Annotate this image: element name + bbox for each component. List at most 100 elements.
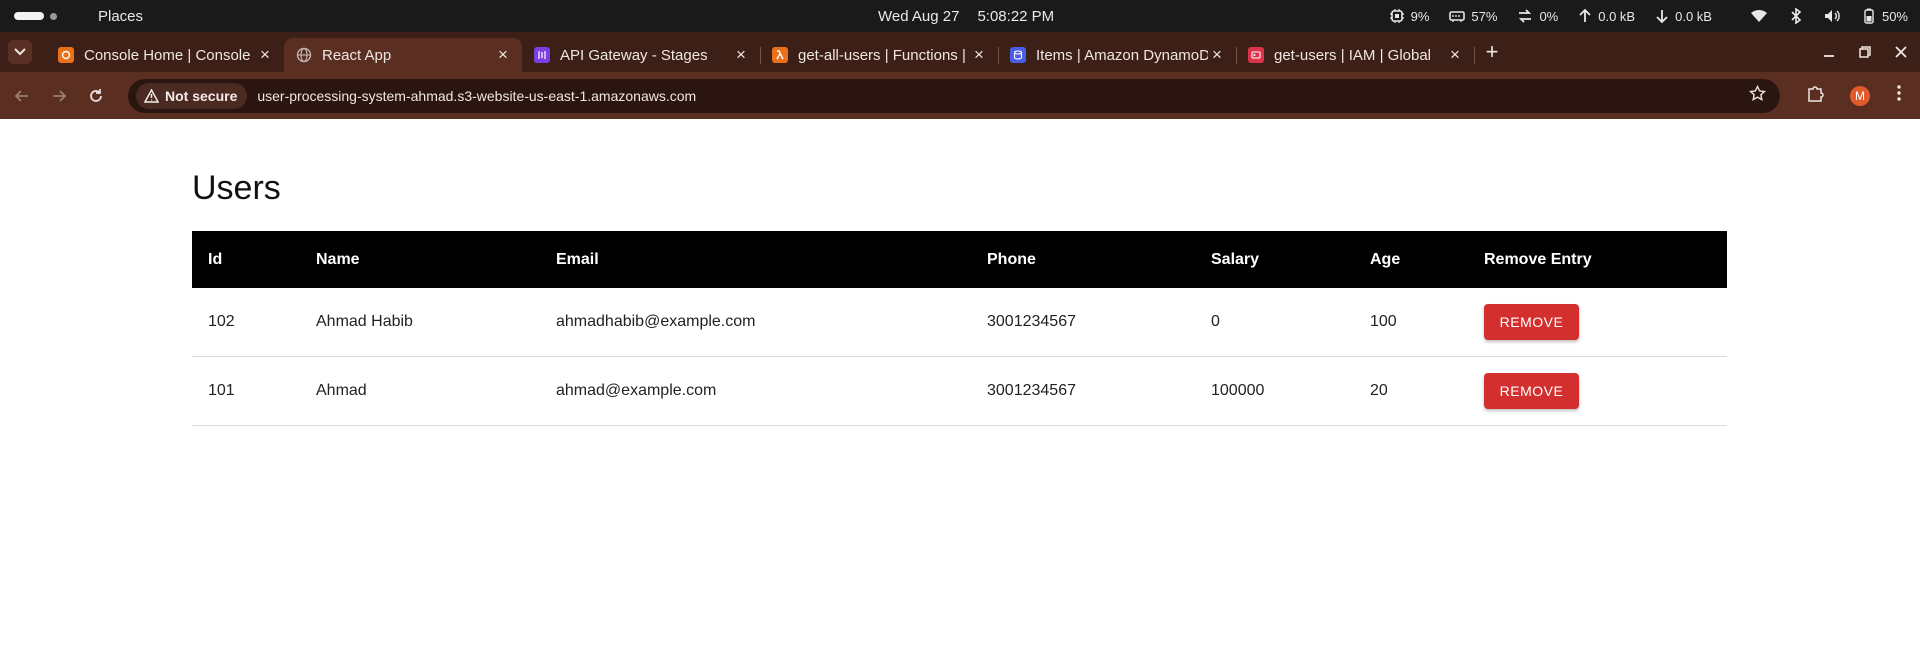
swap-stat: 0% (1517, 8, 1558, 24)
clock-date: Wed Aug 27 (878, 7, 960, 25)
api-gateway-icon (534, 47, 550, 63)
workspace-inactive-indicator (50, 12, 57, 20)
security-label: Not secure (165, 87, 238, 104)
places-menu[interactable]: Places (98, 8, 143, 25)
minimize-button[interactable] (1822, 45, 1836, 59)
cell-email: ahmadhabib@example.com (556, 313, 756, 330)
cell-name: Ahmad (316, 382, 367, 399)
upload-stat: 0.0 kB (1578, 8, 1635, 24)
tab-title: Items | Amazon DynamoDB (1036, 46, 1208, 64)
remove-button[interactable]: REMOVE (1484, 373, 1579, 409)
browser-toolbar: Not secure user-processing-system-ahmad.… (0, 72, 1920, 119)
tab-iam-user[interactable]: get-users | IAM | Global × (1236, 38, 1475, 72)
page-content: Users Id Name Email Phone Salary Age Rem… (0, 119, 1920, 669)
column-header-phone: Phone (987, 250, 1036, 268)
workspace-active-indicator (14, 12, 44, 20)
tab-console-home[interactable]: Console Home | Console × (46, 38, 285, 72)
reload-icon (90, 88, 102, 102)
cell-salary: 0 (1211, 313, 1220, 330)
site-security-chip[interactable]: Not secure (136, 82, 248, 109)
users-table: Id Name Email Phone Salary Age Remove En… (192, 231, 1727, 426)
arrow-right-icon (53, 89, 67, 102)
forward-button[interactable] (49, 86, 69, 106)
close-icon[interactable]: × (494, 45, 512, 64)
download-value: 0.0 kB (1675, 8, 1712, 24)
puzzle-icon (1808, 86, 1824, 102)
table-row: 101 Ahmad ahmad@example.com 3001234567 1… (192, 357, 1727, 426)
browser-menu-button[interactable] (1896, 84, 1902, 107)
maximize-button[interactable] (1858, 45, 1872, 59)
swap-icon (1519, 9, 1532, 23)
minimize-icon (1824, 55, 1834, 57)
remove-button[interactable]: REMOVE (1484, 304, 1579, 340)
activities-indicator[interactable] (14, 12, 74, 20)
tab-title: get-users | IAM | Global (1274, 46, 1432, 64)
column-header-salary: Salary (1211, 250, 1260, 268)
swap-value: 0% (1539, 8, 1559, 24)
cell-age: 100 (1370, 313, 1397, 330)
cpu-value: 9% (1410, 8, 1430, 24)
kebab-menu-icon (1897, 85, 1901, 101)
reload-button[interactable] (86, 86, 106, 106)
close-icon[interactable]: × (970, 45, 988, 64)
memory-value: 57% (1471, 8, 1498, 24)
tab-search-button[interactable] (8, 40, 32, 64)
extensions-button[interactable] (1806, 84, 1824, 107)
tab-title: React App (322, 46, 392, 64)
memory-stat: 57% (1449, 8, 1497, 24)
close-icon[interactable]: × (1208, 45, 1226, 64)
browser-tab-strip: Console Home | Console × React App × API… (0, 32, 1920, 72)
cell-email: ahmad@example.com (556, 382, 717, 399)
cpu-stat: 9% (1389, 8, 1430, 24)
upload-value: 0.0 kB (1598, 8, 1636, 24)
close-window-button[interactable] (1894, 45, 1908, 59)
tab-react-app[interactable]: React App × (284, 38, 522, 72)
close-icon (1895, 46, 1907, 58)
window-controls (1822, 32, 1908, 72)
cell-name: Ahmad Habib (316, 313, 413, 330)
column-header-id: Id (208, 250, 223, 268)
tab-list: Console Home | Console × React App × API… (46, 32, 1475, 72)
address-bar[interactable]: Not secure user-processing-system-ahmad.… (128, 78, 1780, 113)
column-header-age: Age (1370, 250, 1401, 268)
star-icon (1749, 84, 1766, 101)
tab-title: Console Home | Console (84, 46, 251, 64)
arrow-up-icon (1579, 8, 1591, 22)
table-header: Id Name Email Phone Salary Age Remove En… (192, 231, 1727, 288)
bookmark-button[interactable] (1749, 84, 1766, 107)
memory-icon (1449, 11, 1466, 22)
restore-icon (1859, 46, 1871, 58)
column-header-name: Name (316, 250, 360, 268)
url-text[interactable]: user-processing-system-ahmad.s3-website-… (257, 88, 696, 104)
new-tab-button[interactable]: + (1478, 38, 1506, 66)
cell-phone: 3001234567 (987, 382, 1076, 399)
volume-icon (1824, 10, 1840, 22)
clock[interactable]: Wed Aug 27 5:08:22 PM (878, 0, 1054, 32)
wifi-icon (1750, 9, 1767, 22)
close-icon[interactable]: × (1446, 45, 1464, 64)
column-header-email: Email (556, 250, 599, 268)
cell-id: 101 (208, 382, 235, 399)
page-title: Users (192, 169, 281, 207)
globe-icon (296, 47, 312, 63)
bluetooth-icon (1791, 8, 1802, 24)
profile-avatar[interactable]: M (1850, 85, 1870, 106)
cell-phone: 3001234567 (987, 313, 1076, 330)
arrow-down-icon (1656, 10, 1668, 24)
close-icon[interactable]: × (256, 45, 274, 64)
tab-lambda-function[interactable]: get-all-users | Functions | × (760, 38, 999, 72)
close-icon[interactable]: × (732, 45, 750, 64)
chevron-down-icon (14, 48, 26, 56)
tab-title: API Gateway - Stages (560, 46, 708, 64)
system-status-area[interactable]: 9% 57% 0% 0.0 kB 0.0 kB 50% (1375, 0, 1908, 32)
cell-salary: 100000 (1211, 382, 1265, 399)
cell-remove: REMOVE (1468, 373, 1727, 409)
tab-api-gateway[interactable]: API Gateway - Stages × (522, 38, 761, 72)
table-row: 102 Ahmad Habib ahmadhabib@example.com 3… (192, 288, 1727, 357)
back-button[interactable] (12, 86, 32, 106)
tab-dynamodb-items[interactable]: Items | Amazon DynamoDB × (998, 38, 1237, 72)
battery-icon (1864, 8, 1874, 24)
column-header-remove-entry: Remove Entry (1484, 250, 1592, 268)
cell-age: 20 (1370, 382, 1388, 399)
system-top-bar: Places Wed Aug 27 5:08:22 PM 9% 57% 0% 0… (0, 0, 1920, 32)
